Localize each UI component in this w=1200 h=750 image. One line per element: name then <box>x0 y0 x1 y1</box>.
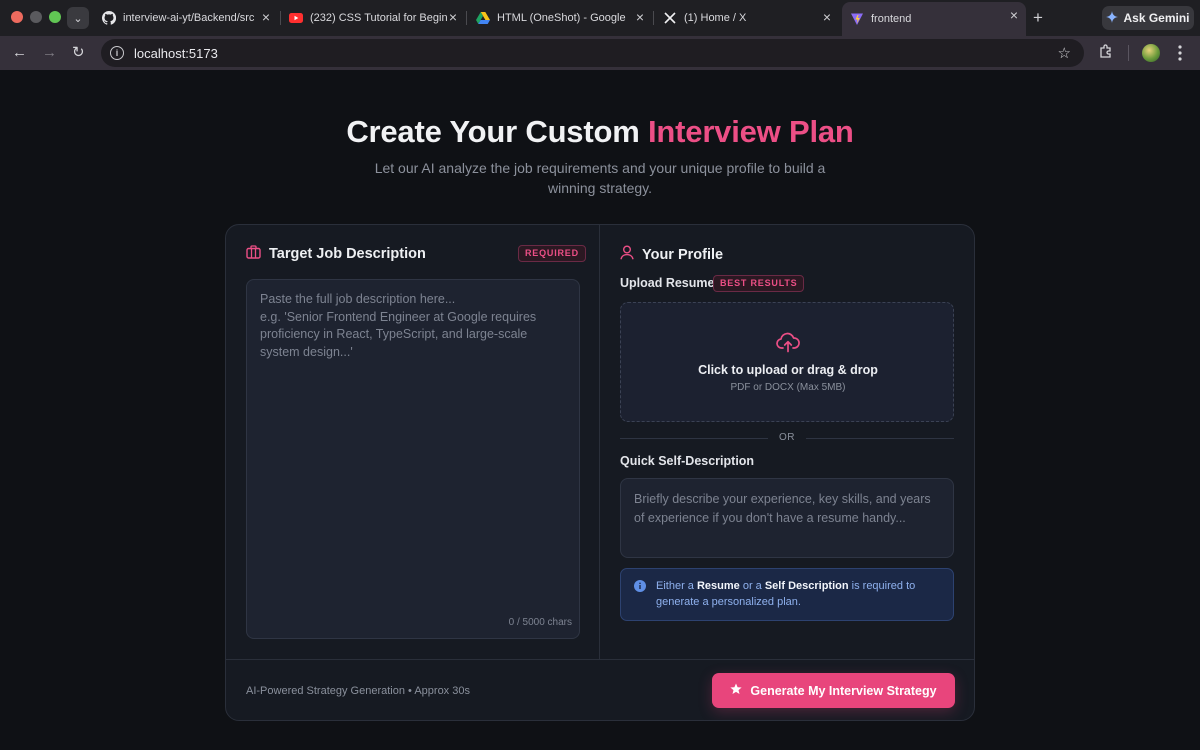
address-bar[interactable]: i localhost:5173 ☆ <box>101 39 1084 67</box>
self-description-textarea[interactable]: Briefly describe your experience, key sk… <box>620 478 954 558</box>
star-icon <box>730 683 743 698</box>
user-icon <box>620 245 634 264</box>
close-tab-icon[interactable]: × <box>262 10 270 24</box>
cloud-upload-icon <box>776 331 800 353</box>
tab-separator <box>466 11 467 25</box>
info-circle-icon <box>634 580 646 592</box>
profile-title: Your Profile <box>642 246 724 263</box>
tab-x[interactable]: (1) Home / X × <box>655 4 839 32</box>
job-description-placeholder: Paste the full job description here... e… <box>260 292 537 359</box>
vite-icon <box>850 12 864 26</box>
menu-kebab-icon[interactable] <box>1178 45 1182 61</box>
tab-label: interview-ai-yt/Backend/src <box>123 12 255 24</box>
notice-self-description-bold: Self Description <box>764 580 849 592</box>
resume-dropzone[interactable]: Click to upload or drag & drop PDF or DO… <box>620 302 954 422</box>
generate-strategy-label: Generate My Interview Strategy <box>750 683 937 698</box>
upload-format-hint: PDF or DOCX (Max 5MB) <box>730 382 846 393</box>
ask-gemini-button[interactable]: Ask Gemini <box>1102 6 1194 30</box>
job-description-heading: Target Job Description <box>246 245 426 263</box>
ask-gemini-label: Ask Gemini <box>1123 11 1190 25</box>
upload-title: Click to upload or drag & drop <box>698 363 878 377</box>
reload-icon[interactable]: ↻ <box>72 45 85 60</box>
extensions-puzzle-icon[interactable] <box>1098 44 1114 60</box>
gemini-sparkle-icon <box>1106 10 1119 26</box>
tab-label: (1) Home / X <box>684 12 747 24</box>
forward-arrow-icon[interactable]: → <box>42 45 57 60</box>
upload-resume-label: Upload Resume <box>620 276 715 290</box>
notice-resume-bold: Resume <box>696 580 740 592</box>
google-drive-icon <box>476 11 490 25</box>
bookmark-star-icon[interactable]: ☆ <box>1058 44 1071 62</box>
tab-github[interactable]: interview-ai-yt/Backend/src × <box>94 4 278 32</box>
page-title-main: Create Your Custom <box>346 114 648 149</box>
tab-label: (232) CSS Tutorial for Begin <box>310 12 448 24</box>
best-results-badge: BEST RESULTS <box>713 275 805 292</box>
site-info-icon[interactable]: i <box>110 46 124 60</box>
briefcase-icon <box>246 245 261 263</box>
job-description-textarea[interactable]: Paste the full job description here... e… <box>246 279 580 639</box>
address-url[interactable]: localhost:5173 <box>134 46 218 61</box>
generate-strategy-button[interactable]: Generate My Interview Strategy <box>712 673 955 708</box>
close-tab-icon[interactable]: × <box>449 10 457 24</box>
profile-section: Your Profile Upload Resume BEST RESULTS … <box>600 225 974 659</box>
youtube-icon <box>289 11 303 25</box>
close-tab-icon[interactable]: × <box>823 10 831 24</box>
self-description-label: Quick Self-Description <box>620 454 755 468</box>
tab-search-chevron-icon[interactable]: ⌄ <box>67 7 89 29</box>
page-subtitle: Let our AI analyze the job requirements … <box>374 160 826 196</box>
close-window-button[interactable] <box>11 11 23 23</box>
close-tab-icon[interactable]: × <box>636 10 644 24</box>
or-divider: OR <box>620 431 954 445</box>
or-text: OR <box>779 432 795 443</box>
card-footer: AI-Powered Strategy Generation • Approx … <box>226 659 974 720</box>
tab-google-drive[interactable]: HTML (OneShot) - Google × <box>468 4 652 32</box>
tab-separator <box>653 11 654 25</box>
job-description-section: Target Job Description REQUIRED Paste th… <box>226 225 600 659</box>
github-icon <box>102 11 116 25</box>
job-description-title: Target Job Description <box>269 246 426 262</box>
required-badge: REQUIRED <box>518 245 586 262</box>
generation-note: AI-Powered Strategy Generation • Approx … <box>246 685 470 697</box>
profile-heading: Your Profile <box>620 245 723 264</box>
tab-youtube[interactable]: (232) CSS Tutorial for Begin × <box>281 4 465 32</box>
tab-frontend[interactable]: frontend × <box>842 2 1026 36</box>
notice-text-1: Either a <box>656 580 697 592</box>
browser-tab-bar: ⌄ interview-ai-yt/Backend/src × (232) CS… <box>0 0 1200 36</box>
browser-toolbar: ← → ↻ i localhost:5173 ☆ <box>0 36 1200 70</box>
new-tab-plus-icon[interactable]: + <box>1033 8 1043 28</box>
minimize-window-button[interactable] <box>30 11 42 23</box>
profile-avatar[interactable] <box>1142 44 1160 62</box>
page-title-accent: Interview Plan <box>648 114 854 149</box>
notice-text-2: or a <box>739 580 765 592</box>
x-icon <box>663 11 677 25</box>
char-counter: 0 / 5000 chars <box>508 616 572 628</box>
close-tab-icon[interactable]: × <box>1010 8 1018 22</box>
maximize-window-button[interactable] <box>49 11 61 23</box>
back-arrow-icon[interactable]: ← <box>12 45 27 60</box>
page-title: Create Your Custom Interview Plan <box>0 114 1200 150</box>
toolbar-separator <box>1128 45 1129 61</box>
plan-form-card: Target Job Description REQUIRED Paste th… <box>225 224 975 721</box>
self-description-placeholder: Briefly describe your experience, key sk… <box>634 492 931 525</box>
tab-label: frontend <box>871 13 912 25</box>
tab-label: HTML (OneShot) - Google <box>497 12 626 24</box>
page-viewport: Create Your Custom Interview Plan Let ou… <box>0 70 1200 750</box>
requirement-notice: Either a Resume or a Self Description is… <box>620 568 954 621</box>
